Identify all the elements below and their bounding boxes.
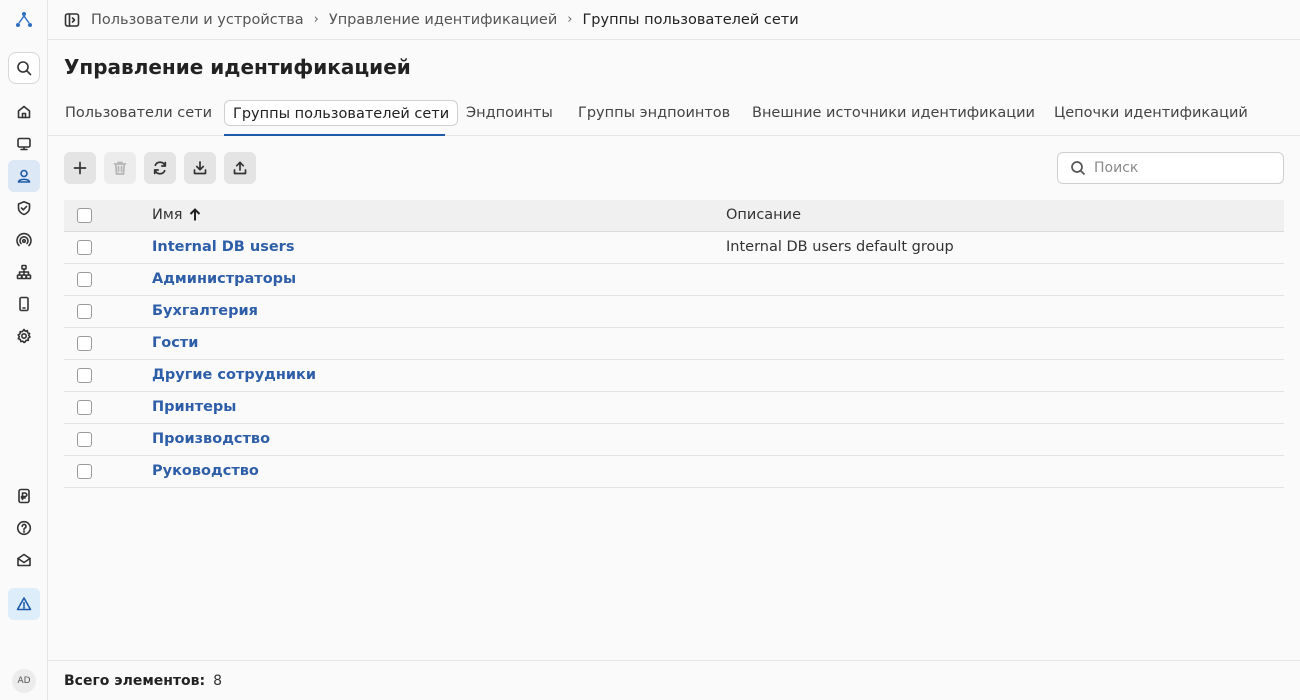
export-button[interactable] (224, 152, 256, 184)
delete-icon (113, 161, 127, 175)
breadcrumb-bar: Пользователи и устройства › Управление и… (48, 0, 1300, 40)
help-icon (16, 520, 32, 536)
avatar[interactable]: AD (12, 669, 36, 693)
groups-table: Имя Описание Internal DB users Internal … (64, 200, 1284, 488)
sidebar-item-network[interactable] (8, 256, 40, 288)
group-name-link[interactable]: Бухгалтерия (152, 303, 258, 319)
chevron-right-icon: › (313, 12, 319, 27)
active-tab-indicator (224, 134, 445, 136)
mail-icon (17, 553, 31, 567)
group-name-link[interactable]: Принтеры (152, 399, 236, 415)
sidebar-item-home[interactable] (8, 96, 40, 128)
monitor-icon (17, 137, 31, 151)
refresh-icon (153, 161, 167, 175)
group-name-link[interactable]: Администраторы (152, 271, 296, 287)
alert-icon (16, 597, 32, 611)
table-row: Internal DB users Internal DB users defa… (64, 232, 1284, 264)
row-checkbox[interactable] (77, 240, 92, 255)
sidebar-item-help[interactable] (8, 512, 40, 544)
row-checkbox[interactable] (77, 400, 92, 415)
sidebar-item-mail[interactable] (8, 544, 40, 576)
sidebar-item-devices[interactable] (8, 288, 40, 320)
network-tree-icon (16, 264, 32, 280)
breadcrumb-item-users-devices[interactable]: Пользователи и устройства (91, 12, 304, 28)
sidebar: AD (0, 0, 48, 700)
sidebar-item-security[interactable] (8, 192, 40, 224)
tab-network-user-groups[interactable]: Группы пользователей сети (224, 100, 459, 126)
table-row: Гости (64, 328, 1284, 360)
group-description: Internal DB users default group (726, 239, 954, 255)
group-name-link[interactable]: Гости (152, 335, 198, 351)
row-checkbox[interactable] (77, 304, 92, 319)
import-button[interactable] (184, 152, 216, 184)
table-header: Имя Описание (64, 200, 1284, 232)
delete-button[interactable] (104, 152, 136, 184)
tab-endpoint-groups[interactable]: Группы эндпоинтов (578, 100, 730, 126)
table-footer: Всего элементов: 8 (48, 660, 1300, 700)
total-items-label: Всего элементов: (64, 672, 206, 689)
column-header-name[interactable]: Имя (152, 207, 202, 223)
sort-ascending-icon[interactable] (188, 208, 202, 222)
row-checkbox[interactable] (77, 368, 92, 383)
table-row: Руководство (64, 456, 1284, 488)
sidebar-toggle-icon[interactable] (64, 12, 80, 28)
sidebar-item-users[interactable] (8, 160, 40, 192)
row-checkbox[interactable] (77, 336, 92, 351)
import-icon (193, 161, 207, 175)
sidebar-item-settings[interactable] (8, 320, 40, 352)
add-button[interactable] (64, 152, 96, 184)
group-name-link[interactable]: Производство (152, 431, 270, 447)
tab-network-users[interactable]: Пользователи сети (65, 100, 212, 126)
export-icon (233, 161, 247, 175)
refresh-button[interactable] (144, 152, 176, 184)
sidebar-item-alerts[interactable] (8, 588, 40, 620)
sidebar-search-button[interactable] (8, 52, 40, 84)
column-header-description[interactable]: Описание (726, 207, 801, 223)
license-icon (18, 488, 30, 504)
select-all-checkbox[interactable] (77, 208, 92, 223)
table-row: Бухгалтерия (64, 296, 1284, 328)
table-row: Производство (64, 424, 1284, 456)
wireless-icon (16, 232, 32, 247)
page-title: Управление идентификацией (64, 55, 411, 79)
group-name-link[interactable]: Internal DB users (152, 239, 294, 255)
breadcrumb-item-current: Группы пользователей сети (582, 11, 799, 28)
search-icon (17, 61, 32, 76)
settings-icon (17, 328, 31, 344)
tab-identity-chains[interactable]: Цепочки идентификаций (1054, 100, 1248, 126)
group-name-link[interactable]: Руководство (152, 463, 259, 479)
tab-endpoints[interactable]: Эндпоинты (466, 100, 553, 126)
add-icon (73, 161, 87, 175)
table-row: Принтеры (64, 392, 1284, 424)
breadcrumb-item-identity-management[interactable]: Управление идентификацией (329, 12, 557, 28)
device-icon (19, 296, 29, 312)
sidebar-item-wireless[interactable] (8, 224, 40, 256)
group-name-link[interactable]: Другие сотрудники (152, 367, 316, 383)
row-checkbox[interactable] (77, 464, 92, 479)
user-icon (17, 169, 31, 183)
search-icon (1071, 161, 1086, 176)
row-checkbox[interactable] (77, 432, 92, 447)
total-items-count: 8 (213, 672, 223, 689)
tabs-bar: Пользователи сети Группы пользователей с… (48, 96, 1300, 136)
sidebar-item-license[interactable] (8, 480, 40, 512)
logo-icon[interactable] (14, 10, 34, 30)
row-checkbox[interactable] (77, 272, 92, 287)
table-row: Администраторы (64, 264, 1284, 296)
chevron-right-icon: › (567, 12, 573, 27)
column-header-name-label: Имя (152, 207, 183, 223)
tab-external-identity-sources[interactable]: Внешние источники идентификации (752, 100, 1035, 126)
search-input[interactable] (1094, 160, 1274, 176)
sidebar-item-monitoring[interactable] (8, 128, 40, 160)
search-box (1057, 152, 1284, 184)
shield-icon (17, 201, 31, 216)
home-icon (17, 105, 31, 119)
table-row: Другие сотрудники (64, 360, 1284, 392)
